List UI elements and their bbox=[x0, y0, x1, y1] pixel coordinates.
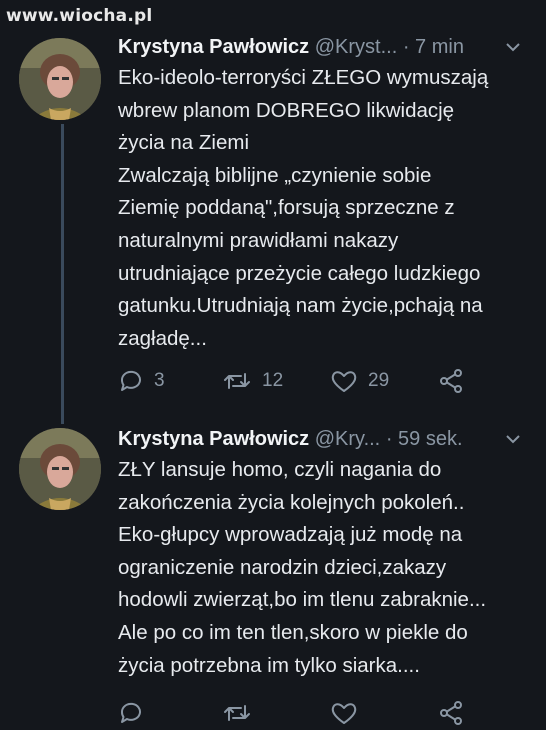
like-button[interactable]: 29 bbox=[330, 368, 389, 394]
author-handle[interactable]: @Kry... bbox=[315, 428, 381, 450]
avatar[interactable] bbox=[19, 428, 101, 510]
retweet-count: 12 bbox=[262, 370, 284, 391]
heart-icon bbox=[331, 703, 357, 724]
tweet-line: Zwalczają biblijne „czynienie sobie bbox=[118, 163, 432, 187]
tweet-line: Ziemię poddaną",forsują sprzeczne z bbox=[118, 196, 455, 220]
heart-icon bbox=[331, 371, 357, 392]
tweet-time[interactable]: · 59 sek. bbox=[386, 428, 463, 450]
tweet-line: wbrew planom DOBREGO likwidację bbox=[118, 98, 455, 122]
retweet-button[interactable] bbox=[222, 700, 252, 726]
author-handle[interactable]: @Kryst... bbox=[315, 36, 398, 58]
tweet-line: życia potrzebna im tylko siarka.... bbox=[118, 653, 420, 677]
tweet-line: gatunku.Utrudniają nam życie,pchają na bbox=[118, 294, 483, 318]
tweet-text: ZŁY lansuje homo, czyli nagania do zakoń… bbox=[118, 454, 528, 682]
tweet-line: utrudniające przeżycie całego ludzkiego bbox=[118, 261, 481, 285]
avatar[interactable] bbox=[19, 38, 101, 120]
tweet-line: zagładę... bbox=[118, 326, 207, 350]
tweet-time[interactable]: · 7 min bbox=[403, 36, 464, 58]
tweet-line: ZŁY lansuje homo, czyli nagania do bbox=[118, 458, 442, 481]
tweet-line: Eko-ideolo-terroryści ZŁEGO wymuszają bbox=[118, 66, 489, 89]
retweet-button[interactable]: 12 bbox=[222, 368, 283, 394]
share-button[interactable] bbox=[438, 368, 464, 394]
share-icon bbox=[440, 369, 462, 393]
tweet-actions bbox=[118, 700, 518, 730]
reply-icon bbox=[120, 702, 141, 723]
like-count: 29 bbox=[368, 370, 390, 391]
reply-count: 3 bbox=[154, 370, 165, 391]
avatar-image bbox=[19, 428, 101, 510]
author-name[interactable]: Krystyna Pawłowicz bbox=[118, 428, 309, 450]
share-button[interactable] bbox=[438, 700, 464, 726]
share-icon bbox=[440, 701, 462, 725]
tweet-line: ograniczenie narodzin dzieci,zakazy bbox=[118, 555, 447, 579]
retweet-icon bbox=[224, 373, 250, 389]
reply-button[interactable] bbox=[118, 700, 144, 726]
reply-button[interactable]: 3 bbox=[118, 368, 165, 394]
retweet-icon bbox=[224, 705, 250, 721]
tweet-line: hodowli zwierząt,bo im tlenu zabraknie..… bbox=[118, 588, 487, 612]
tweet-line: życia na Ziemi bbox=[118, 131, 250, 155]
watermark: www.wiocha.pl bbox=[6, 6, 153, 26]
tweet-line: naturalnymi prawidłami nakazy bbox=[118, 228, 399, 252]
author-name[interactable]: Krystyna Pawłowicz bbox=[118, 36, 309, 58]
tweet-actions: 3 12 29 bbox=[118, 368, 518, 398]
reply-icon bbox=[120, 370, 141, 391]
tweet-line: Ale po co im ten tlen,skoro w piekle do bbox=[118, 620, 468, 644]
tweet-line: zakończenia życia kolejnych pokoleń.. bbox=[118, 490, 465, 514]
tweet-text: Eko-ideolo-terroryści ZŁEGO wymuszają wb… bbox=[118, 62, 528, 355]
tweet-line: Eko-głupcy wprowadzają już modę na bbox=[118, 523, 463, 547]
tweet-header: Krystyna Pawłowicz @Kryst... · 7 min bbox=[118, 36, 532, 62]
like-button[interactable] bbox=[330, 700, 358, 726]
chevron-down-icon[interactable] bbox=[504, 430, 522, 448]
chevron-down-icon[interactable] bbox=[504, 38, 522, 56]
avatar-image bbox=[19, 38, 101, 120]
tweet-header: Krystyna Pawłowicz @Kry... · 59 sek. bbox=[118, 428, 532, 454]
thread-connector-line bbox=[61, 124, 64, 424]
